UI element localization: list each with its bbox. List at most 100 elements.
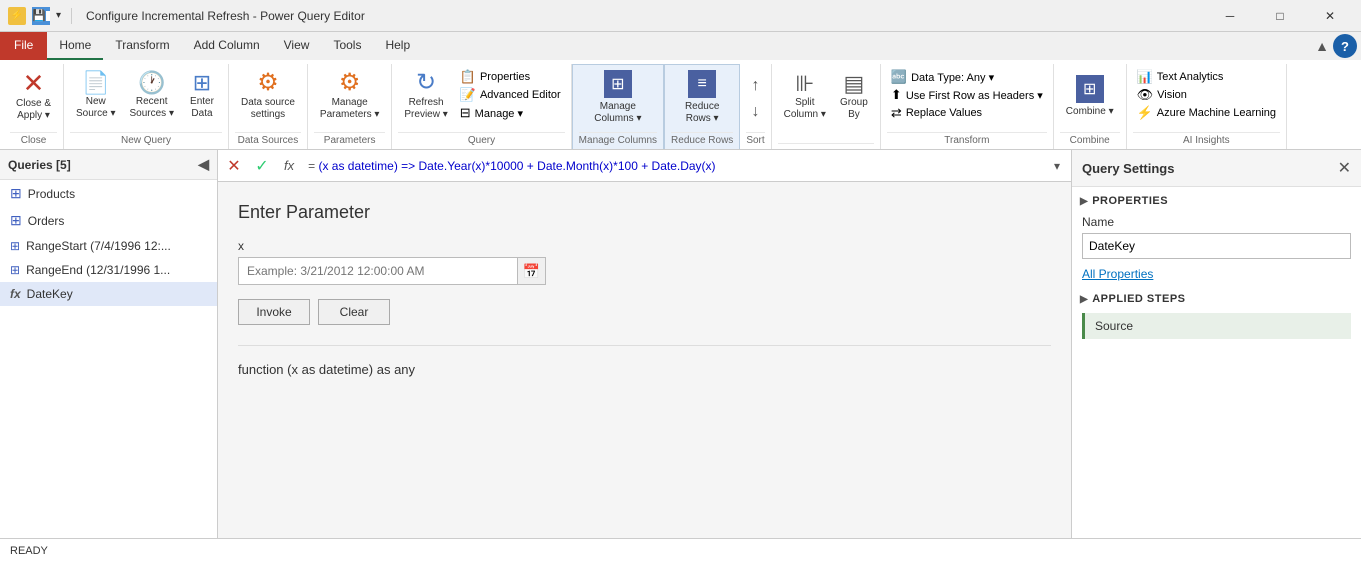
new-source-button[interactable]: 📄 NewSource ▾ xyxy=(70,66,121,126)
quick-access-dropdown[interactable]: ▾ xyxy=(56,10,61,21)
query-item-range-end[interactable]: ⊞ RangeEnd (12/31/1996 1... xyxy=(0,258,217,282)
transform-small-buttons: 🔤 Data Type: Any ▾ ⬆ Use First Row as He… xyxy=(887,66,1047,122)
ribbon-tabs: File Home Transform Add Column View Tool… xyxy=(0,32,1361,60)
ribbon: ✕ Close &Apply ▾ Close 📄 NewSource ▾ 🕐 R… xyxy=(0,60,1361,150)
query-item-range-start[interactable]: ⊞ RangeStart (7/4/1996 12:... xyxy=(0,234,217,258)
window-title: Configure Incremental Refresh - Power Qu… xyxy=(86,9,365,23)
query-label-range-end: RangeEnd (12/31/1996 1... xyxy=(26,263,170,277)
queries-panel-title: Queries [5] xyxy=(8,158,71,172)
ribbon-group-reduce-rows-content: ≡ ReduceRows ▾ xyxy=(677,65,727,132)
queries-collapse-button[interactable]: ◀ xyxy=(198,156,209,173)
ribbon-group-parameters-label: Parameters xyxy=(314,132,385,149)
refresh-preview-label: RefreshPreview ▾ xyxy=(404,97,447,121)
ribbon-group-parameters-content: ⚙ ManageParameters ▾ xyxy=(314,64,385,132)
formula-bar: ✕ ✓ fx = (x as datetime) => Date.Year(x)… xyxy=(218,150,1071,182)
window-controls: ─ □ ✕ xyxy=(1207,1,1353,31)
products-icon: ⊞ xyxy=(10,185,22,202)
ribbon-group-sort: ↑ ↓ Sort xyxy=(740,64,771,149)
sort-asc-button[interactable]: ↑ xyxy=(747,75,763,97)
ribbon-group-new-query: 📄 NewSource ▾ 🕐 RecentSources ▾ ⊞ EnterD… xyxy=(64,64,229,149)
close-button[interactable]: ✕ xyxy=(1307,1,1353,31)
manage-button[interactable]: ⊟ Manage ▾ xyxy=(456,104,565,122)
reduce-rows-button[interactable]: ≡ ReduceRows ▾ xyxy=(677,67,727,127)
action-row: Invoke Clear xyxy=(238,299,1051,325)
invoke-button[interactable]: Invoke xyxy=(238,299,310,325)
combine-icon: ⊞ xyxy=(1076,75,1104,103)
tab-help[interactable]: Help xyxy=(373,32,422,60)
tab-tools[interactable]: Tools xyxy=(321,32,373,60)
maximize-button[interactable]: □ xyxy=(1257,1,1303,31)
text-analytics-icon: 📊 xyxy=(1137,69,1153,85)
name-input[interactable] xyxy=(1082,233,1351,259)
split-column-button[interactable]: ⊪ SplitColumn ▾ xyxy=(778,66,832,126)
data-source-settings-button[interactable]: ⚙ Data sourcesettings xyxy=(235,66,301,126)
replace-values-button[interactable]: ⇄ Replace Values xyxy=(887,104,1047,122)
step-source[interactable]: Source xyxy=(1082,313,1351,339)
formula-cancel-button[interactable]: ✕ xyxy=(222,154,246,178)
text-analytics-button[interactable]: 📊 Text Analytics xyxy=(1133,68,1280,86)
query-item-orders[interactable]: ⊞ Orders xyxy=(0,207,217,234)
applied-steps-triangle-icon[interactable]: ▶ xyxy=(1080,294,1088,305)
first-row-headers-button[interactable]: ⬆ Use First Row as Headers ▾ xyxy=(887,86,1047,104)
sort-desc-button[interactable]: ↓ xyxy=(747,101,763,123)
properties-section-header: ▶ PROPERTIES xyxy=(1072,187,1361,211)
center-column: ✕ ✓ fx = (x as datetime) => Date.Year(x)… xyxy=(218,150,1071,538)
combine-button[interactable]: ⊞ Combine ▾ xyxy=(1060,66,1120,126)
param-input-field[interactable] xyxy=(238,257,518,285)
tab-home[interactable]: Home xyxy=(47,32,103,60)
vision-button[interactable]: 👁 Vision xyxy=(1133,86,1280,104)
query-small-buttons: 📋 Properties 📝 Advanced Editor ⊟ Manage … xyxy=(456,66,565,122)
tab-view[interactable]: View xyxy=(272,32,322,60)
ribbon-group-ai-insights-label: AI Insights xyxy=(1133,132,1280,149)
save-icon[interactable]: 💾 xyxy=(32,7,50,25)
tab-transform[interactable]: Transform xyxy=(103,32,181,60)
query-item-datekey[interactable]: fx DateKey xyxy=(0,282,217,306)
formula-fx-label: fx xyxy=(278,158,300,173)
properties-button[interactable]: 📋 Properties xyxy=(456,68,565,86)
all-properties-link[interactable]: All Properties xyxy=(1072,263,1361,285)
ribbon-group-query-content: ↻ RefreshPreview ▾ 📋 Properties 📝 Advanc… xyxy=(398,64,564,132)
azure-ml-label: Azure Machine Learning xyxy=(1157,107,1276,119)
close-apply-button[interactable]: ✕ Close &Apply ▾ xyxy=(10,66,57,126)
orders-icon: ⊞ xyxy=(10,212,22,229)
help-button[interactable]: ? xyxy=(1333,34,1357,58)
ribbon-group-new-query-content: 📄 NewSource ▾ 🕐 RecentSources ▾ ⊞ EnterD… xyxy=(70,64,222,132)
ribbon-group-combine-label: Combine xyxy=(1060,132,1120,149)
azure-ml-button[interactable]: ⚡ Azure Machine Learning xyxy=(1133,104,1280,122)
minimize-button[interactable]: ─ xyxy=(1207,1,1253,31)
applied-steps-section-header: ▶ APPLIED STEPS xyxy=(1072,285,1361,309)
clear-button[interactable]: Clear xyxy=(318,299,390,325)
collapse-ribbon-button[interactable]: ▲ xyxy=(1315,38,1329,54)
advanced-editor-button[interactable]: 📝 Advanced Editor xyxy=(456,86,565,104)
ribbon-group-sort-label: Sort xyxy=(746,132,764,149)
query-item-products[interactable]: ⊞ Products xyxy=(0,180,217,207)
range-start-icon: ⊞ xyxy=(10,239,20,253)
recent-sources-button[interactable]: 🕐 RecentSources ▾ xyxy=(124,66,180,126)
tab-file[interactable]: File xyxy=(0,32,47,60)
recent-sources-label: RecentSources ▾ xyxy=(130,96,174,120)
formula-confirm-button[interactable]: ✓ xyxy=(250,154,274,178)
manage-columns-button[interactable]: ⊞ ManageColumns ▾ xyxy=(588,67,647,127)
datekey-icon: fx xyxy=(10,287,21,301)
tab-add-column[interactable]: Add Column xyxy=(182,32,272,60)
query-settings-close-button[interactable]: ✕ xyxy=(1338,158,1351,178)
ribbon-group-manage-columns: ⊞ ManageColumns ▾ Manage Columns xyxy=(572,64,664,149)
group-by-button[interactable]: ▤ GroupBy xyxy=(834,66,874,126)
ribbon-group-manage-columns-label: Manage Columns xyxy=(579,132,657,149)
ribbon-group-combine-content: ⊞ Combine ▾ xyxy=(1060,64,1120,132)
ribbon-group-split-label xyxy=(778,143,874,149)
range-end-icon: ⊞ xyxy=(10,263,20,277)
refresh-preview-icon: ↻ xyxy=(416,71,436,95)
refresh-preview-button[interactable]: ↻ RefreshPreview ▾ xyxy=(398,66,453,126)
ribbon-group-close-content: ✕ Close &Apply ▾ xyxy=(10,64,57,132)
properties-section-label: PROPERTIES xyxy=(1092,195,1168,207)
main-area: Queries [5] ◀ ⊞ Products ⊞ Orders ⊞ Rang… xyxy=(0,150,1361,538)
properties-triangle-icon[interactable]: ▶ xyxy=(1080,196,1088,207)
manage-parameters-label: ManageParameters ▾ xyxy=(320,97,379,121)
enter-data-button[interactable]: ⊞ EnterData xyxy=(182,66,222,126)
calendar-button[interactable]: 📅 xyxy=(518,257,546,285)
manage-parameters-button[interactable]: ⚙ ManageParameters ▾ xyxy=(314,66,385,126)
advanced-editor-icon: 📝 xyxy=(460,87,476,103)
formula-expand-button[interactable]: ▾ xyxy=(1047,154,1067,178)
data-type-button[interactable]: 🔤 Data Type: Any ▾ xyxy=(887,68,1047,86)
